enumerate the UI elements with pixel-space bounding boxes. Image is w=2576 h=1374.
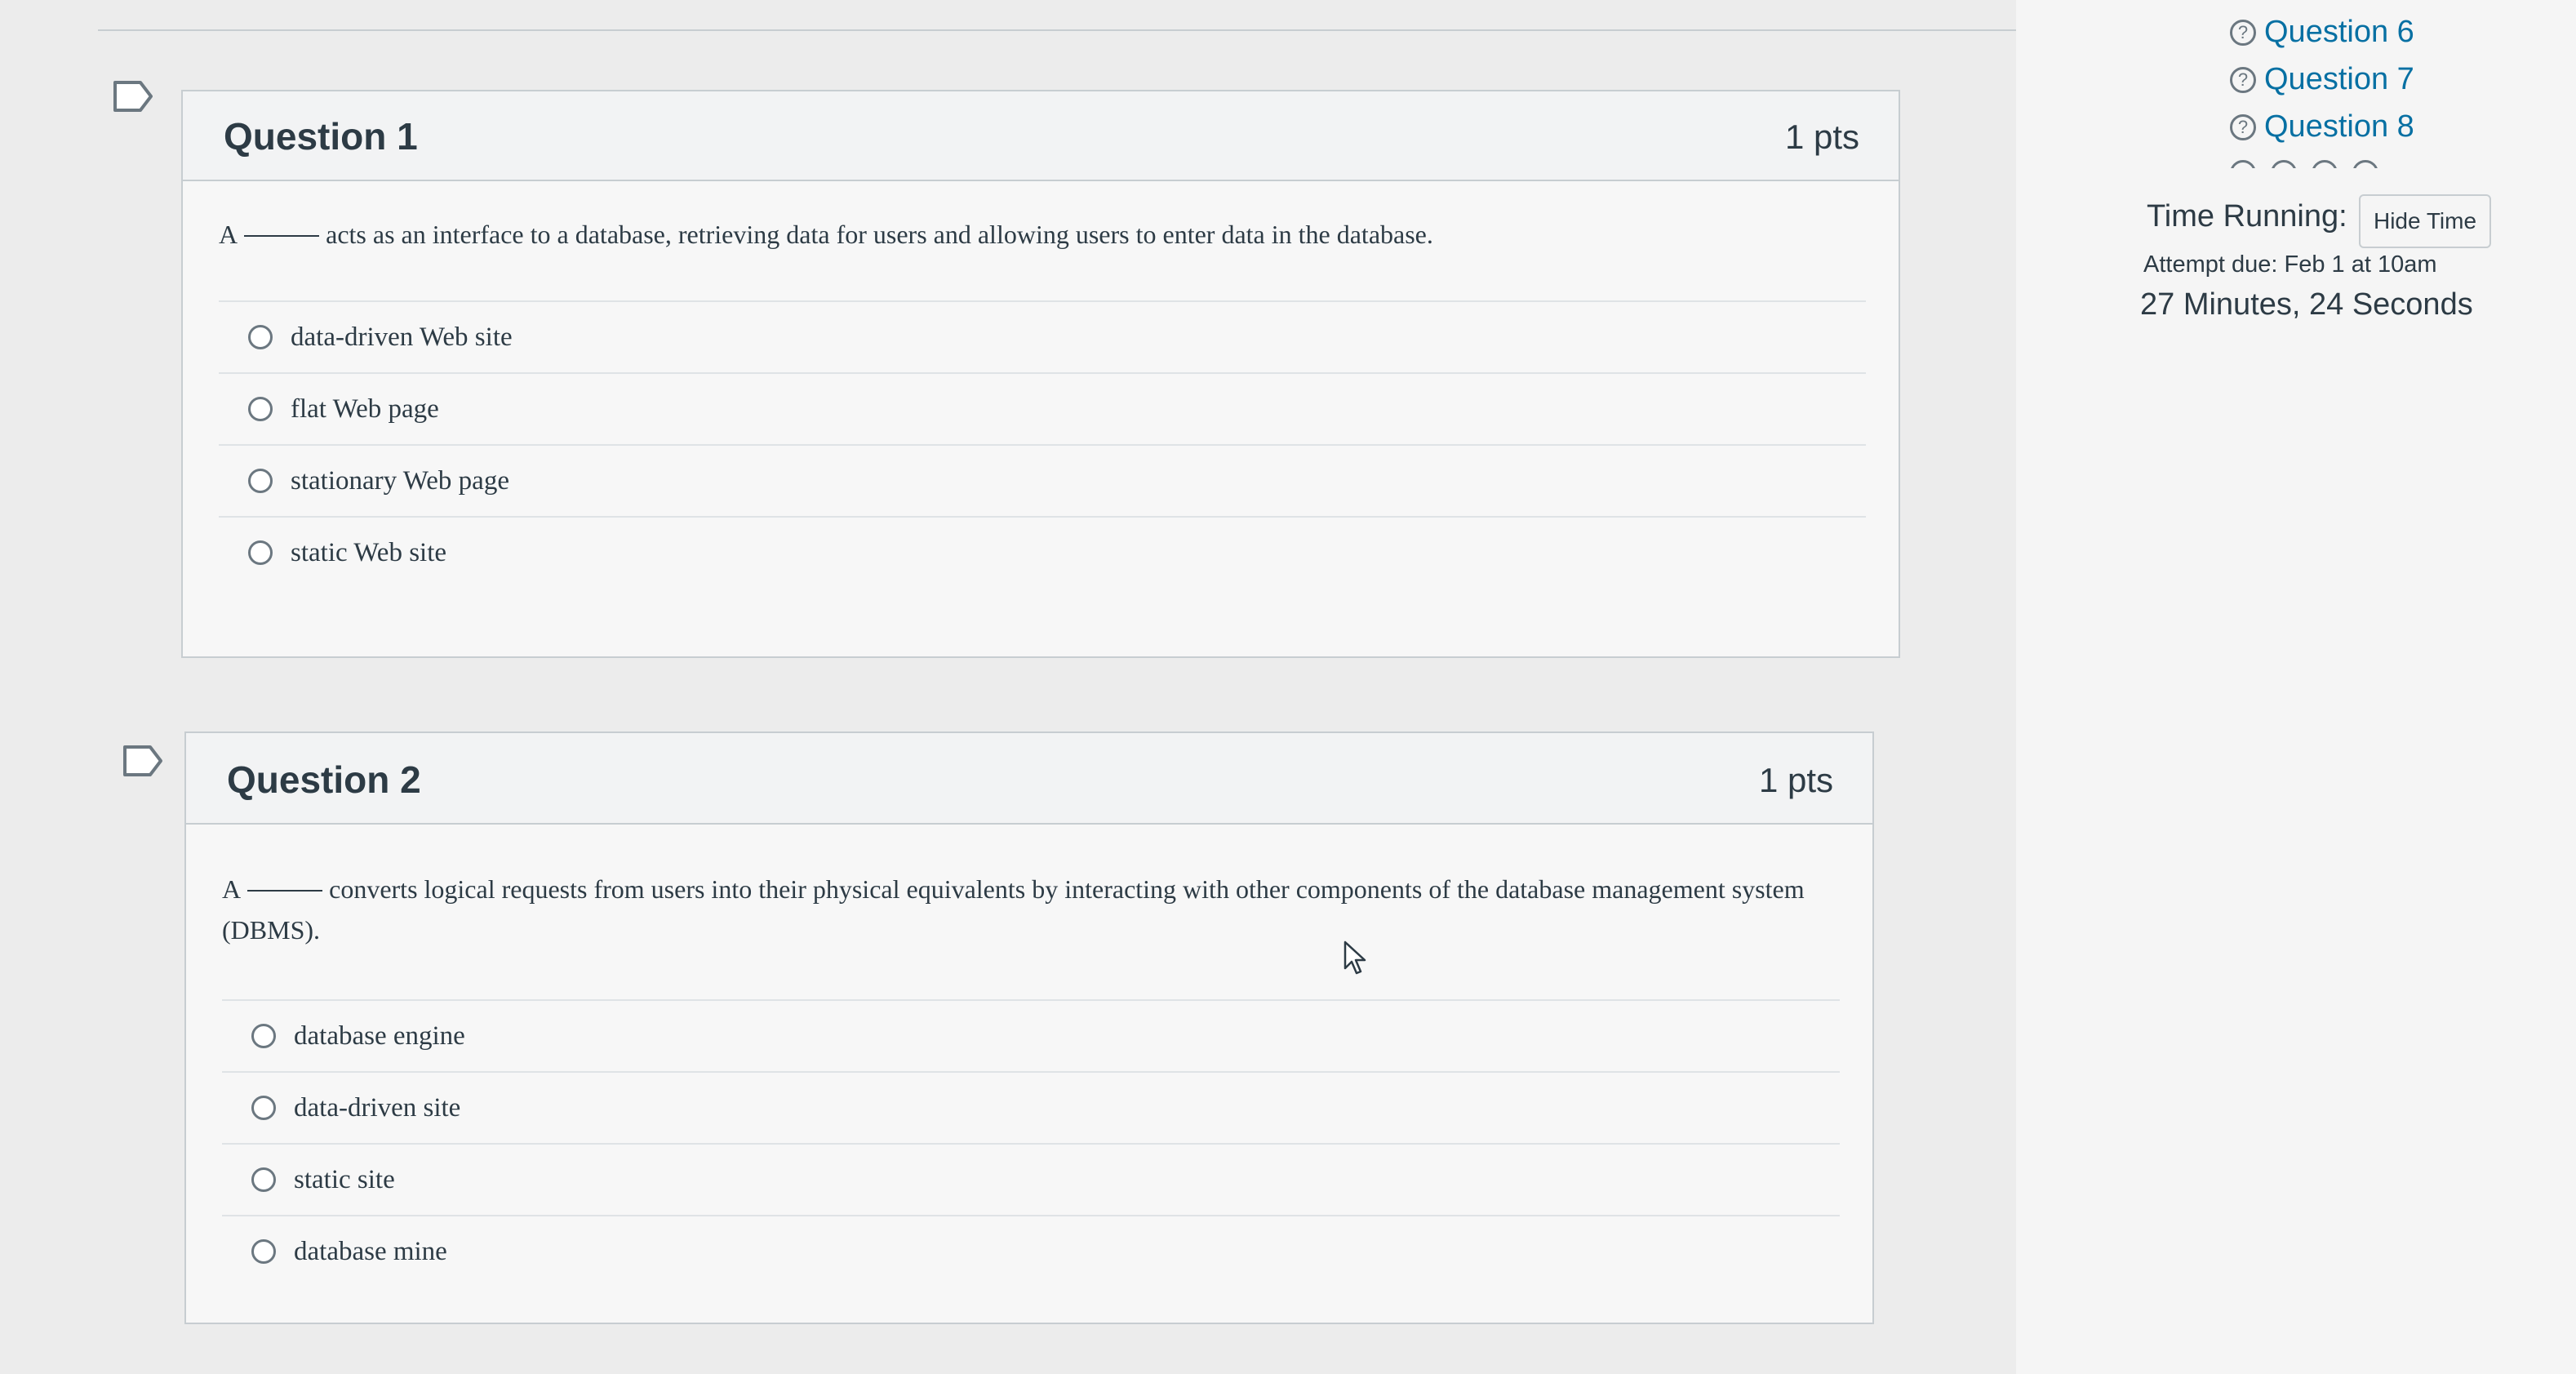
radio-button[interactable] — [248, 397, 273, 421]
question-2-answer-option[interactable]: static site — [222, 1143, 1840, 1215]
answer-label: database engine — [294, 1020, 465, 1051]
question-1-title: Question 1 — [224, 115, 418, 158]
question-2-card: Question 2 1 pts Aconverts logical reque… — [184, 731, 1874, 1324]
radio-button[interactable] — [251, 1239, 276, 1264]
answer-label: stationary Web page — [291, 465, 509, 496]
question-link-label: Question 6 — [2264, 15, 2414, 49]
sidebar-question-6-link[interactable]: ? Question 6 — [2230, 15, 2414, 50]
quiz-sidebar: ? Question 6 ? Question 7 ? Question 8 T… — [2016, 0, 2576, 1374]
question-2-text-after: converts logical requests from users int… — [222, 874, 1805, 945]
radio-button[interactable] — [251, 1096, 276, 1120]
question-2-blank — [247, 890, 323, 892]
radio-button[interactable] — [248, 540, 273, 565]
question-2-answer-list: database engine data-driven site static … — [222, 999, 1840, 1287]
question-1-answer-list: data-driven Web site flat Web page stati… — [219, 300, 1866, 588]
question-1-points: 1 pts — [1784, 118, 1859, 156]
time-remaining-text: 27 Minutes, 24 Seconds — [2140, 287, 2473, 322]
question-1-card: Question 1 1 pts Aacts as an interface t… — [181, 90, 1900, 658]
answer-label: data-driven Web site — [291, 322, 513, 352]
flag-question-2-icon[interactable] — [122, 745, 163, 777]
question-2-text: Aconverts logical requests from users in… — [222, 869, 1823, 950]
question-2-points: 1 pts — [1758, 761, 1833, 799]
answer-label: flat Web page — [291, 394, 439, 424]
quiz-main-area: Question 1 1 pts Aacts as an interface t… — [0, 0, 2016, 1374]
radio-button[interactable] — [248, 469, 273, 493]
question-circle-icon: ? — [2230, 66, 2256, 93]
question-1-answer-option[interactable]: static Web site — [219, 516, 1866, 588]
question-2-answer-option[interactable]: database mine — [222, 1215, 1840, 1287]
hide-time-button[interactable]: Hide Time — [2359, 194, 2491, 248]
sidebar-question-7-link[interactable]: ? Question 7 — [2230, 62, 2414, 97]
question-2-answer-option[interactable]: data-driven site — [222, 1071, 1840, 1143]
answer-label: static site — [294, 1164, 395, 1194]
question-1-header: Question 1 1 pts — [183, 91, 1899, 181]
radio-button[interactable] — [248, 325, 273, 349]
attempt-due-text: Attempt due: Feb 1 at 10am — [2143, 251, 2437, 278]
time-running-label: Time Running: — [2147, 199, 2347, 233]
radio-button[interactable] — [251, 1024, 276, 1048]
question-link-label: Question 8 — [2264, 109, 2414, 144]
question-link-label: Question 7 — [2264, 62, 2414, 96]
question-1-blank — [244, 235, 320, 237]
radio-button[interactable] — [251, 1167, 276, 1192]
mouse-pointer-icon — [1344, 940, 1366, 975]
question-2-text-before: A — [222, 874, 242, 904]
question-1-answer-option[interactable]: flat Web page — [219, 372, 1866, 444]
question-2-answer-option[interactable]: database engine — [222, 999, 1840, 1071]
top-divider — [98, 29, 2016, 31]
question-1-text-after: acts as an interface to a database, retr… — [326, 220, 1433, 249]
question-2-header: Question 2 1 pts — [186, 733, 1872, 825]
answer-label: database mine — [294, 1236, 447, 1266]
question-1-answer-option[interactable]: stationary Web page — [219, 444, 1866, 516]
question-circle-icon: ? — [2230, 113, 2256, 140]
sidebar-question-8-link[interactable]: ? Question 8 — [2230, 109, 2414, 145]
answer-label: static Web site — [291, 537, 447, 567]
question-1-text-before: A — [219, 220, 238, 249]
question-circle-icon: ? — [2230, 19, 2256, 46]
flag-question-1-icon[interactable] — [113, 80, 153, 113]
question-1-answer-option[interactable]: data-driven Web site — [219, 300, 1866, 372]
answer-label: data-driven site — [294, 1092, 461, 1123]
sidebar-scroll-overflow — [2230, 160, 2426, 168]
question-1-text: Aacts as an interface to a database, ret… — [219, 214, 1850, 255]
question-2-title: Question 2 — [227, 758, 421, 801]
